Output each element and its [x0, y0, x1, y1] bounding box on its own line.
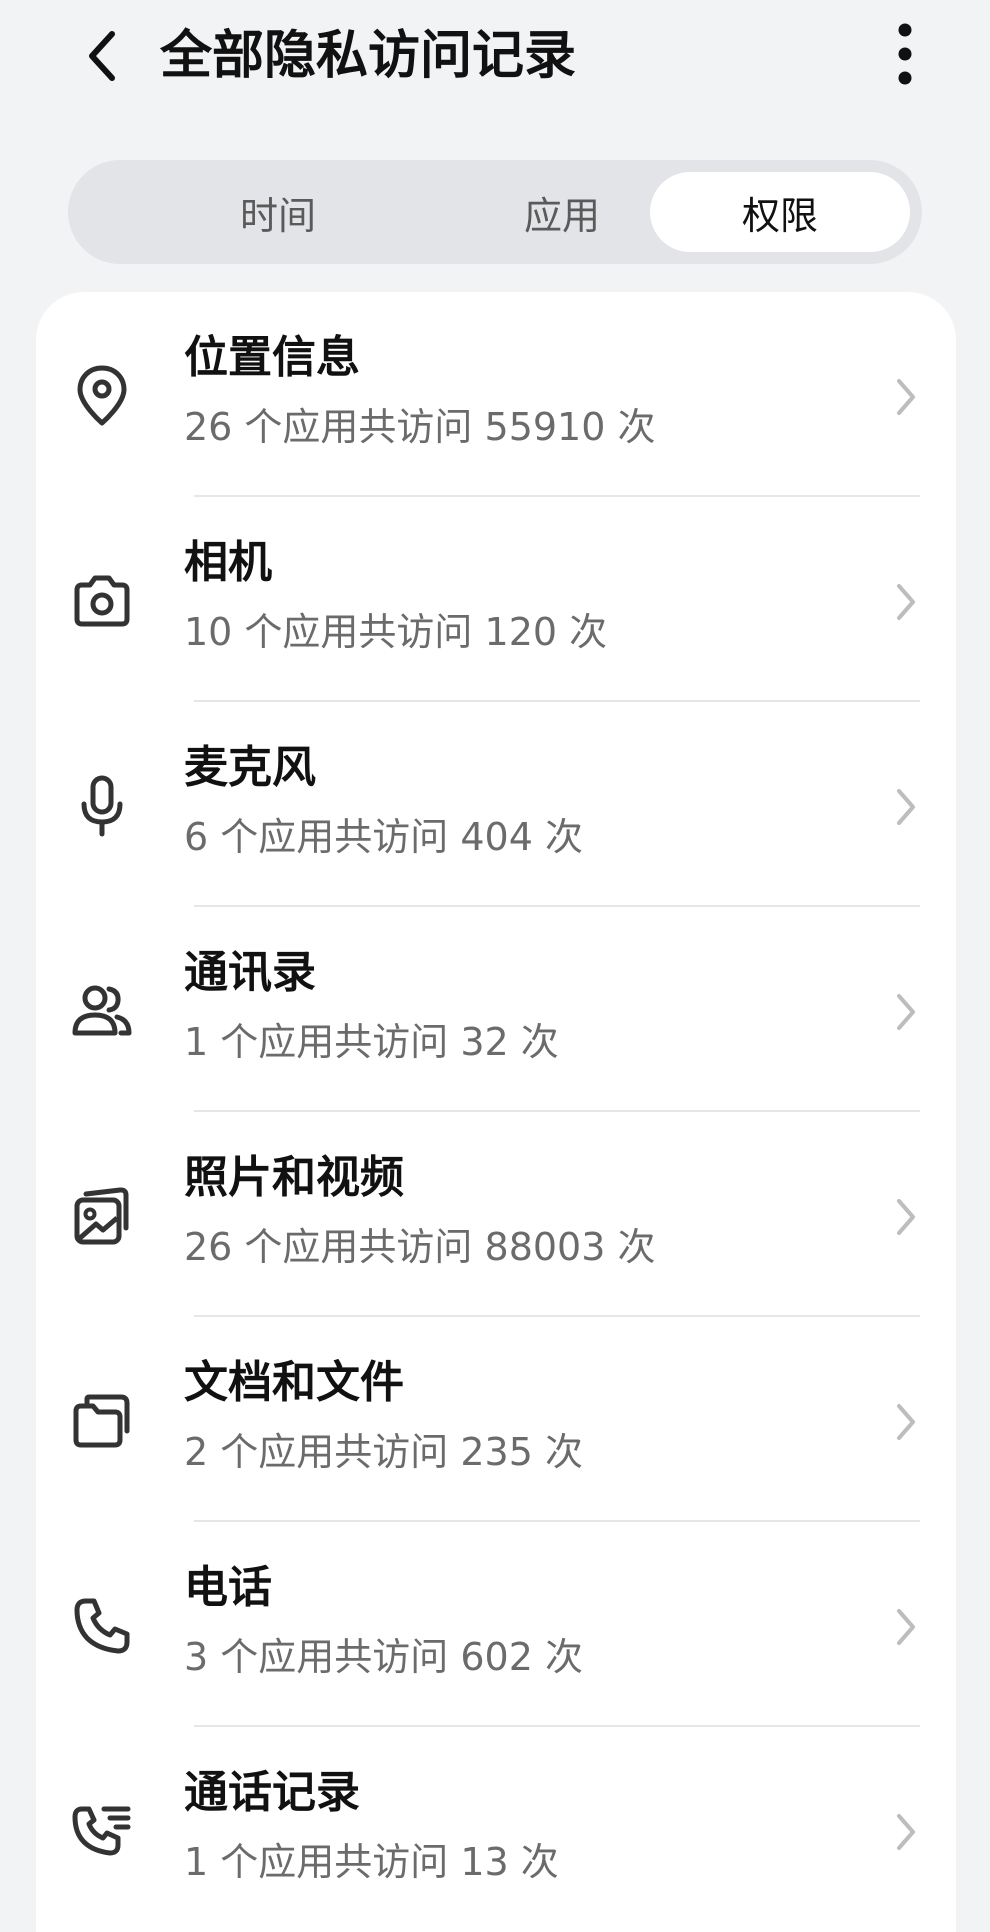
permission-row-camera[interactable]: 相机 10 个应用共访问 120 次 [36, 497, 956, 702]
permission-list: 位置信息 26 个应用共访问 55910 次 相机 10 个应用共访问 120 … [36, 292, 956, 1932]
chevron-right-icon [888, 987, 924, 1037]
permission-title: 照片和视频 [184, 1152, 404, 1203]
permission-subtitle: 3 个应用共访问 602 次 [184, 1635, 583, 1679]
permission-subtitle: 10 个应用共访问 120 次 [184, 610, 608, 654]
permission-row-contacts[interactable]: 通讯录 1 个应用共访问 32 次 [36, 907, 956, 1112]
contacts-icon [70, 979, 134, 1043]
call-log-icon [70, 1799, 134, 1863]
permission-row-files[interactable]: 文档和文件 2 个应用共访问 235 次 [36, 1317, 956, 1522]
permission-title: 相机 [184, 537, 272, 588]
segmented-tabs: 时间 应用 权限 [68, 160, 922, 264]
phone-icon [70, 1594, 134, 1658]
permission-subtitle: 1 个应用共访问 13 次 [184, 1840, 559, 1884]
chevron-right-icon [888, 1602, 924, 1652]
permission-title: 通讯录 [184, 947, 316, 998]
more-vertical-icon [898, 23, 912, 85]
tab-time[interactable]: 时间 [148, 172, 408, 252]
app-root: 全部隐私访问记录 时间 应用 权限 位置信息 26 个应用共访问 55910 次 [0, 0, 990, 1932]
chevron-right-icon [888, 1192, 924, 1242]
chevron-right-icon [888, 782, 924, 832]
permission-subtitle: 26 个应用共访问 88003 次 [184, 1225, 656, 1269]
location-pin-icon [70, 364, 134, 428]
permission-subtitle: 6 个应用共访问 404 次 [184, 815, 583, 859]
permission-title: 麦克风 [184, 742, 316, 793]
tab-permission[interactable]: 权限 [650, 172, 910, 252]
microphone-icon [70, 774, 134, 838]
permission-subtitle: 1 个应用共访问 32 次 [184, 1020, 559, 1064]
more-options-button[interactable] [880, 16, 930, 92]
permission-row-photos[interactable]: 照片和视频 26 个应用共访问 88003 次 [36, 1112, 956, 1317]
permission-row-location[interactable]: 位置信息 26 个应用共访问 55910 次 [36, 292, 956, 497]
permission-title: 通话记录 [184, 1767, 360, 1818]
chevron-right-icon [888, 372, 924, 422]
camera-icon [70, 569, 134, 633]
page-title: 全部隐私访问记录 [160, 26, 577, 86]
folder-icon [70, 1389, 134, 1453]
chevron-right-icon [888, 1807, 924, 1857]
permission-title: 电话 [184, 1562, 272, 1613]
back-button[interactable] [74, 20, 130, 92]
permission-row-microphone[interactable]: 麦克风 6 个应用共访问 404 次 [36, 702, 956, 907]
permission-title: 位置信息 [184, 332, 360, 383]
permission-subtitle: 26 个应用共访问 55910 次 [184, 405, 656, 449]
permission-row-phone[interactable]: 电话 3 个应用共访问 602 次 [36, 1522, 956, 1727]
permission-subtitle: 2 个应用共访问 235 次 [184, 1430, 583, 1474]
permission-row-call-log[interactable]: 通话记录 1 个应用共访问 13 次 [36, 1727, 956, 1932]
photos-icon [70, 1184, 134, 1248]
header: 全部隐私访问记录 [0, 0, 990, 112]
chevron-right-icon [888, 577, 924, 627]
chevron-right-icon [888, 1397, 924, 1447]
back-arrow-icon [89, 31, 115, 81]
permission-title: 文档和文件 [184, 1357, 404, 1408]
